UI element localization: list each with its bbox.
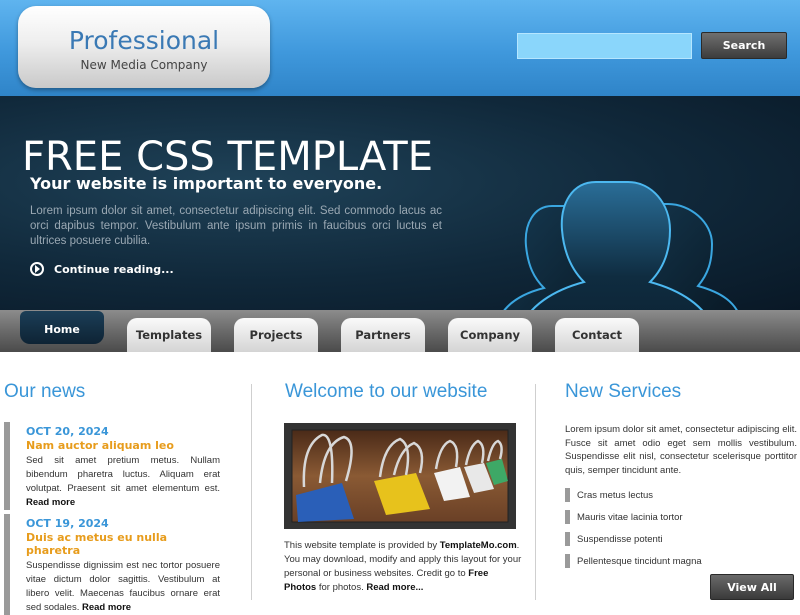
news-headline[interactable]: Nam auctor aliquam leo: [26, 439, 220, 452]
news-headline[interactable]: Duis ac metus eu nulla pharetra: [26, 531, 220, 557]
read-more-link[interactable]: Read more: [82, 602, 131, 613]
news-body: Sed sit amet pretium metus. Nullam biben…: [26, 455, 220, 494]
column-divider: [535, 384, 536, 600]
logo-title: Professional: [68, 26, 220, 55]
list-item[interactable]: Mauris vitae lacinia tortor: [565, 506, 797, 528]
view-all-button[interactable]: View All: [710, 574, 794, 600]
welcome-text-part: This website template is provided by: [284, 540, 440, 551]
news-item: OCT 20, 2024 Nam auctor aliquam leo Sed …: [4, 422, 220, 510]
bullet-bar-icon: [565, 510, 570, 524]
nav-item-templates[interactable]: Templates: [127, 318, 211, 352]
nav-item-partners[interactable]: Partners: [341, 318, 425, 352]
bullet-bar-icon: [565, 532, 570, 546]
service-label: Cras metus lectus: [577, 489, 654, 501]
services-list: Cras metus lectus Mauris vitae lacinia t…: [565, 484, 797, 572]
column-divider: [251, 384, 252, 600]
list-item[interactable]: Cras metus lectus: [565, 484, 797, 506]
services-title: New Services: [565, 381, 682, 402]
banner-text: Lorem ipsum dolor sit amet, consectetur …: [30, 205, 442, 247]
header: Professional New Media Company Search: [0, 0, 800, 96]
banner: FREE CSS TEMPLATE Your website is import…: [0, 96, 800, 373]
nav-item-home[interactable]: Home: [20, 311, 104, 344]
nav-item-contact[interactable]: Contact: [555, 318, 639, 352]
welcome-text-part: for photos.: [316, 582, 367, 593]
nav-item-projects[interactable]: Projects: [234, 318, 318, 352]
service-label: Mauris vitae lacinia tortor: [577, 511, 683, 523]
templatemo-link[interactable]: TemplateMo.com: [440, 540, 517, 551]
news-text: Sed sit amet pretium metus. Nullam biben…: [26, 454, 220, 510]
continue-reading-label: Continue reading...: [54, 262, 174, 276]
service-label: Pellentesque tincidunt magna: [577, 555, 702, 567]
news-date: OCT 20, 2024: [26, 425, 109, 438]
list-item[interactable]: Suspendisse potenti: [565, 528, 797, 550]
read-more-link[interactable]: Read more...: [366, 582, 423, 593]
logo[interactable]: Professional New Media Company: [18, 6, 270, 88]
news-text: Suspendisse dignissim est nec tortor pos…: [26, 559, 220, 615]
main-nav: Home Templates Projects Partners Company…: [0, 310, 800, 352]
logo-subtitle: New Media Company: [80, 58, 208, 72]
continue-arrow-icon: [30, 262, 44, 276]
continue-reading-link[interactable]: Continue reading...: [30, 262, 174, 276]
bullet-bar-icon: [565, 554, 570, 568]
bullet-bar-icon: [565, 488, 570, 502]
welcome-text: This website template is provided by Tem…: [284, 539, 522, 595]
service-label: Suspendisse potenti: [577, 533, 663, 545]
binder-clips-image: [284, 423, 516, 529]
news-date: OCT 19, 2024: [26, 517, 109, 530]
news-title: Our news: [4, 381, 86, 402]
services-text: Lorem ipsum dolor sit amet, consectetur …: [565, 424, 797, 476]
nav-item-company[interactable]: Company: [448, 318, 532, 352]
read-more-link[interactable]: Read more: [26, 497, 75, 508]
list-item[interactable]: Pellentesque tincidunt magna: [565, 550, 797, 572]
welcome-title: Welcome to our website: [285, 381, 488, 402]
banner-subtitle: Your website is important to everyone.: [30, 174, 383, 193]
search-button[interactable]: Search: [701, 32, 787, 59]
search-input[interactable]: [517, 33, 692, 59]
